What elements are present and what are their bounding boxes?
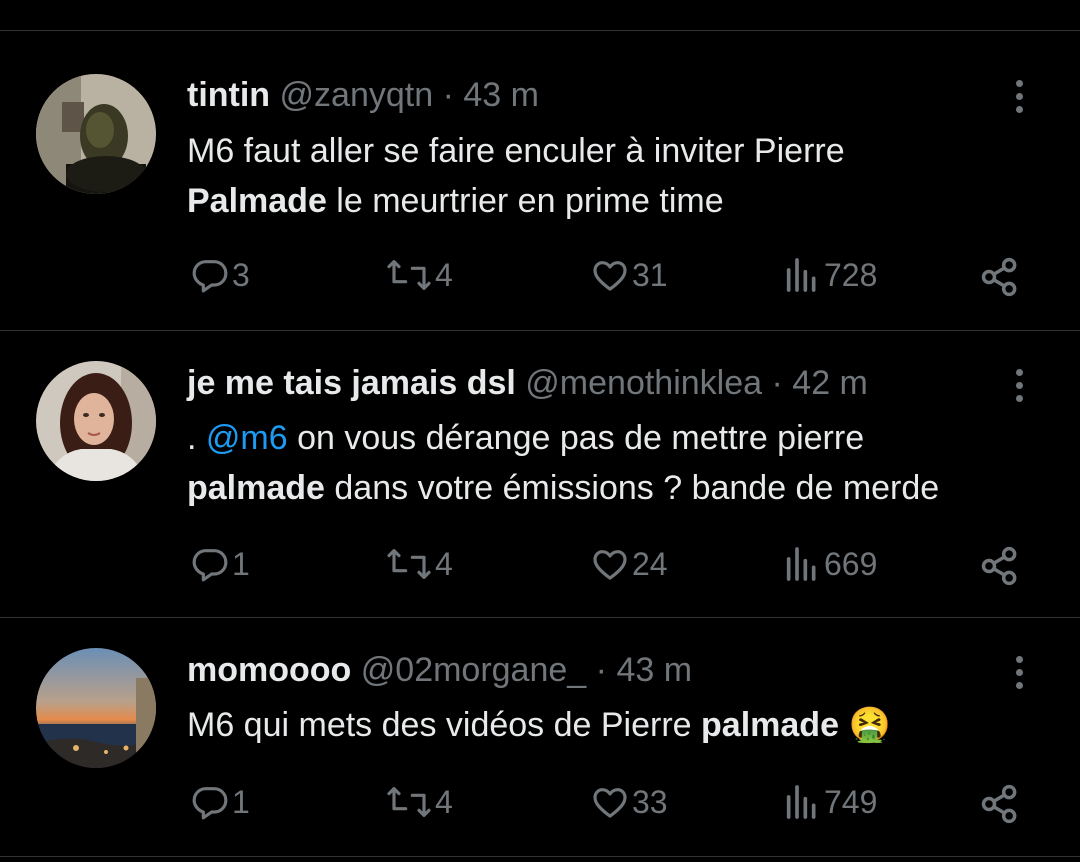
separator-dot: ·	[771, 364, 783, 402]
like-count: 24	[632, 545, 668, 582]
tweet-text-part: M6 qui mets des vidéos de Pierre	[187, 706, 702, 744]
tweet-header: tintin @zanyqtn · 43 m	[187, 75, 539, 115]
tweet-text-part: M6 faut aller se faire enculer à inviter…	[187, 132, 845, 170]
retweet-count: 4	[435, 256, 453, 293]
share-icon	[981, 257, 1017, 297]
separator-dot: ·	[595, 651, 607, 689]
tweet[interactable]: je me tais jamais dsl @menothinklea · 42…	[0, 331, 1080, 617]
tweet-text-bold: palmade	[187, 469, 325, 507]
heart-icon	[593, 550, 627, 580]
heart-icon	[593, 788, 627, 818]
user-handle[interactable]: @02morgane_	[361, 651, 586, 689]
display-name[interactable]: je me tais jamais dsl	[187, 364, 516, 402]
timestamp[interactable]: 42 m	[792, 364, 868, 402]
tweet-header: momoooo @02morgane_ · 43 m	[187, 650, 692, 690]
reply-button[interactable]: 1	[190, 782, 250, 822]
retweet-icon	[387, 260, 431, 290]
views-icon	[786, 785, 816, 819]
views-icon	[786, 258, 816, 292]
like-button[interactable]: 31	[590, 255, 668, 295]
reply-count: 3	[232, 256, 250, 293]
reply-button[interactable]: 1	[190, 544, 250, 584]
like-count: 33	[632, 783, 668, 820]
divider	[0, 856, 1080, 857]
tweet-text: . @m6 on vous dérange pas de mettre pier…	[187, 413, 1067, 513]
share-button[interactable]	[978, 255, 1022, 299]
tweet[interactable]: momoooo @02morgane_ · 43 m M6 qui mets d…	[0, 618, 1080, 856]
views-button[interactable]: 669	[782, 544, 877, 584]
view-count: 749	[824, 783, 878, 820]
action-bar: 1 4 24 669	[0, 544, 1080, 588]
user-handle[interactable]: @zanyqtn	[280, 76, 434, 114]
views-icon	[786, 547, 816, 581]
avatar[interactable]	[36, 74, 156, 194]
retweet-icon	[387, 787, 431, 817]
share-button[interactable]	[978, 782, 1022, 826]
tweet-text-part: dans votre émissions ? bande de merde	[324, 469, 940, 507]
retweet-count: 4	[435, 545, 453, 582]
views-button[interactable]: 728	[782, 255, 877, 295]
reply-icon	[192, 787, 228, 820]
share-icon	[981, 784, 1017, 824]
nauseated-emoji: 🤮	[848, 706, 891, 744]
reply-icon	[192, 549, 228, 582]
mention-link[interactable]: @m6	[206, 419, 288, 457]
retweet-button[interactable]: 4	[385, 255, 453, 295]
display-name[interactable]: tintin	[187, 76, 270, 114]
reply-button[interactable]: 3	[190, 255, 250, 295]
more-icon[interactable]	[1008, 367, 1032, 407]
tweet-header: je me tais jamais dsl @menothinklea · 42…	[187, 363, 868, 403]
tweet-text: M6 qui mets des vidéos de Pierre palmade…	[187, 700, 1067, 750]
separator-dot: ·	[442, 76, 454, 114]
reply-count: 1	[232, 783, 250, 820]
views-button[interactable]: 749	[782, 782, 877, 822]
user-handle[interactable]: @menothinklea	[525, 364, 762, 402]
like-button[interactable]: 24	[590, 544, 668, 584]
more-icon[interactable]	[1008, 78, 1032, 118]
action-bar: 3 4 31 728	[0, 255, 1080, 299]
share-icon	[981, 546, 1017, 586]
tweet-text-part: on vous dérange pas de mettre pierre	[287, 419, 865, 457]
tweet[interactable]: tintin @zanyqtn · 43 m M6 faut aller se …	[0, 0, 1080, 330]
view-count: 728	[824, 256, 878, 293]
like-button[interactable]: 33	[590, 782, 668, 822]
timestamp[interactable]: 43 m	[616, 651, 692, 689]
retweet-icon	[387, 549, 431, 579]
reply-count: 1	[232, 545, 250, 582]
view-count: 669	[824, 545, 878, 582]
more-icon[interactable]	[1008, 654, 1032, 694]
like-count: 31	[632, 256, 668, 293]
retweet-button[interactable]: 4	[385, 782, 453, 822]
timestamp[interactable]: 43 m	[463, 76, 539, 114]
tweet-text-bold: palmade	[701, 706, 839, 744]
share-button[interactable]	[978, 544, 1022, 588]
heart-icon	[593, 261, 627, 291]
avatar[interactable]	[36, 361, 156, 481]
avatar[interactable]	[36, 648, 156, 768]
retweet-count: 4	[435, 783, 453, 820]
tweet-text-bold: Palmade	[187, 182, 327, 220]
tweet-text-part: le meurtrier en prime time	[326, 182, 724, 220]
retweet-button[interactable]: 4	[385, 544, 453, 584]
display-name[interactable]: momoooo	[187, 651, 351, 689]
tweet-text-part: .	[187, 419, 206, 457]
tweet-text: M6 faut aller se faire enculer à inviter…	[187, 126, 1067, 226]
reply-icon	[192, 260, 228, 293]
action-bar: 1 4 33 749	[0, 782, 1080, 826]
